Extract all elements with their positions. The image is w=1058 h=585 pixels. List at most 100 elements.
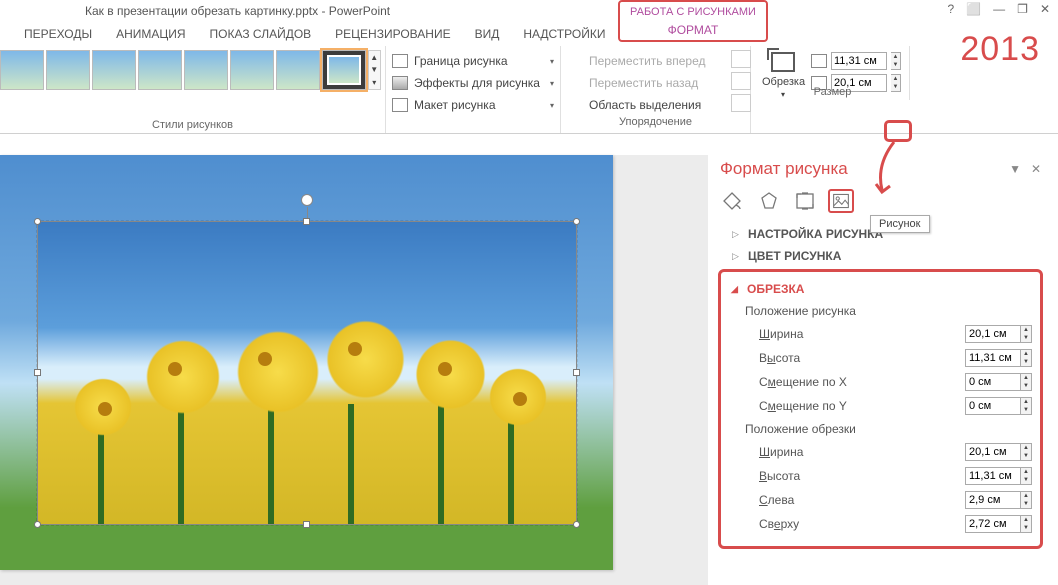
spinner[interactable]: ▲▼ xyxy=(1021,397,1032,415)
picture-layout-button[interactable]: Макет рисунка▾ xyxy=(392,94,554,116)
fullscreen-icon[interactable]: ⬜ xyxy=(966,2,981,16)
style-thumb-selected[interactable] xyxy=(322,50,366,90)
crop-top-input[interactable] xyxy=(965,515,1021,533)
contextual-tab-label: ФОРМАТ xyxy=(668,23,719,37)
resize-handle[interactable] xyxy=(573,218,580,225)
selection-pane-button[interactable]: Область выделения xyxy=(567,94,744,116)
height-input[interactable] xyxy=(831,52,887,70)
offset-y-label: Смещение по Y xyxy=(759,399,957,413)
crop-height-input[interactable] xyxy=(965,467,1021,485)
section-crop[interactable]: ◢ОБРЕЗКА xyxy=(725,278,1032,300)
resize-handle[interactable] xyxy=(303,218,310,225)
tab-addins[interactable]: НАДСТРОЙКИ xyxy=(511,27,617,41)
contextual-group-label: РАБОТА С РИСУНКАМИ xyxy=(630,6,756,18)
offset-x-row: Смещение по X ▲▼ xyxy=(725,370,1032,394)
help-icon[interactable]: ? xyxy=(948,2,955,16)
tab-animation[interactable]: АНИМАЦИЯ xyxy=(104,27,197,41)
picture-position-label: Положение рисунка xyxy=(725,300,1032,322)
selected-picture[interactable] xyxy=(37,221,577,525)
spinner[interactable]: ▲▼ xyxy=(1021,325,1032,343)
spinner[interactable]: ▲▼ xyxy=(1021,491,1032,509)
document-title: Как в презентации обрезать картинку.pptx… xyxy=(85,4,390,18)
style-thumb[interactable] xyxy=(92,50,136,90)
size-tab-icon[interactable] xyxy=(792,189,818,213)
fill-tab-icon[interactable] xyxy=(720,189,746,213)
bring-forward-icon xyxy=(567,54,583,68)
restore-icon[interactable]: ❐ xyxy=(1017,2,1028,16)
crop-width-row: Ширина ▲▼ xyxy=(725,440,1032,464)
section-color[interactable]: ▷ЦВЕТ РИСУНКА xyxy=(718,245,1043,267)
rotate-icon[interactable] xyxy=(731,94,751,112)
ribbon-group-arrange: Переместить вперед Переместить назад Обл… xyxy=(561,46,751,133)
height-spinner[interactable]: ▲▼ xyxy=(891,52,901,70)
style-thumb[interactable] xyxy=(184,50,228,90)
ribbon-group-picture-format: Граница рисунка▾ Эффекты для рисунка▾ Ма… xyxy=(386,46,561,133)
highlight-dialog-launcher xyxy=(884,120,912,142)
crop-top-row: Сверху ▲▼ xyxy=(725,512,1032,536)
gallery-more-button[interactable]: ▲▼▾ xyxy=(368,50,381,90)
rotate-handle[interactable] xyxy=(301,194,313,206)
group-icon[interactable] xyxy=(731,72,751,90)
spinner[interactable]: ▲▼ xyxy=(1021,515,1032,533)
spinner[interactable]: ▲▼ xyxy=(1021,467,1032,485)
pane-title: Формат рисунка xyxy=(720,159,848,179)
close-icon[interactable]: ✕ xyxy=(1040,2,1050,16)
spinner[interactable]: ▲▼ xyxy=(1021,443,1032,461)
window-controls: ? ⬜ — ❐ ✕ xyxy=(948,2,1050,16)
tab-view[interactable]: ВИД xyxy=(463,27,512,41)
picture-border-button[interactable]: Граница рисунка▾ xyxy=(392,50,554,72)
layout-icon xyxy=(392,98,408,112)
crop-width-input[interactable] xyxy=(965,443,1021,461)
tab-review[interactable]: РЕЦЕНЗИРОВАНИЕ xyxy=(323,27,462,41)
resize-handle[interactable] xyxy=(303,521,310,528)
pic-width-row: Ширина ▲▼ xyxy=(725,322,1032,346)
tab-slideshow[interactable]: ПОКАЗ СЛАЙДОВ xyxy=(198,27,324,41)
group-label-styles: Стили рисунков xyxy=(0,119,385,133)
crop-left-row: Слева ▲▼ xyxy=(725,488,1032,512)
bring-forward-button: Переместить вперед xyxy=(567,50,744,72)
pic-width-input[interactable] xyxy=(965,325,1021,343)
crop-width-label: Ширина xyxy=(759,445,957,459)
selection-pane-icon xyxy=(567,98,583,112)
pane-controls[interactable]: ▼ ✕ xyxy=(1009,162,1041,176)
style-thumb[interactable] xyxy=(46,50,90,90)
picture-effects-button[interactable]: Эффекты для рисунка▾ xyxy=(392,72,554,94)
height-icon xyxy=(811,54,827,68)
style-thumb[interactable] xyxy=(276,50,320,90)
crop-icon xyxy=(769,50,797,74)
align-icon[interactable] xyxy=(731,50,751,68)
tab-transitions[interactable]: ПЕРЕХОДЫ xyxy=(12,27,104,41)
resize-handle[interactable] xyxy=(573,369,580,376)
crop-height-label: Высота xyxy=(759,469,957,483)
pic-height-label: Высота xyxy=(759,351,957,365)
offset-y-input[interactable] xyxy=(965,397,1021,415)
picture-styles-gallery[interactable]: ▲▼▾ xyxy=(0,46,385,119)
resize-handle[interactable] xyxy=(34,218,41,225)
spinner[interactable]: ▲▼ xyxy=(1021,373,1032,391)
crop-position-label: Положение обрезки xyxy=(725,418,1032,440)
spinner[interactable]: ▲▼ xyxy=(1021,349,1032,367)
pic-height-input[interactable] xyxy=(965,349,1021,367)
crop-height-row: Высота ▲▼ xyxy=(725,464,1032,488)
group-label-arrange: Упорядочение xyxy=(567,116,744,130)
border-icon xyxy=(392,54,408,68)
group-label-size: Размер xyxy=(756,86,909,100)
offset-x-input[interactable] xyxy=(965,373,1021,391)
style-thumb[interactable] xyxy=(0,50,44,90)
contextual-tab-picture-tools[interactable]: РАБОТА С РИСУНКАМИ ФОРМАТ xyxy=(618,0,768,42)
send-back-icon xyxy=(567,76,583,90)
picture-tab-icon[interactable] xyxy=(828,189,854,213)
style-thumb[interactable] xyxy=(230,50,274,90)
style-thumb[interactable] xyxy=(138,50,182,90)
resize-handle[interactable] xyxy=(34,521,41,528)
minimize-icon[interactable]: — xyxy=(993,2,1005,16)
slide[interactable] xyxy=(0,155,613,570)
title-bar: Как в презентации обрезать картинку.pptx… xyxy=(0,0,1058,22)
effects-tab-icon[interactable] xyxy=(756,189,782,213)
crop-left-input[interactable] xyxy=(965,491,1021,509)
resize-handle[interactable] xyxy=(34,369,41,376)
resize-handle[interactable] xyxy=(573,521,580,528)
ribbon-group-styles: ▲▼▾ Стили рисунков xyxy=(0,46,386,133)
slide-workspace xyxy=(0,155,708,585)
picture-content xyxy=(38,222,576,524)
